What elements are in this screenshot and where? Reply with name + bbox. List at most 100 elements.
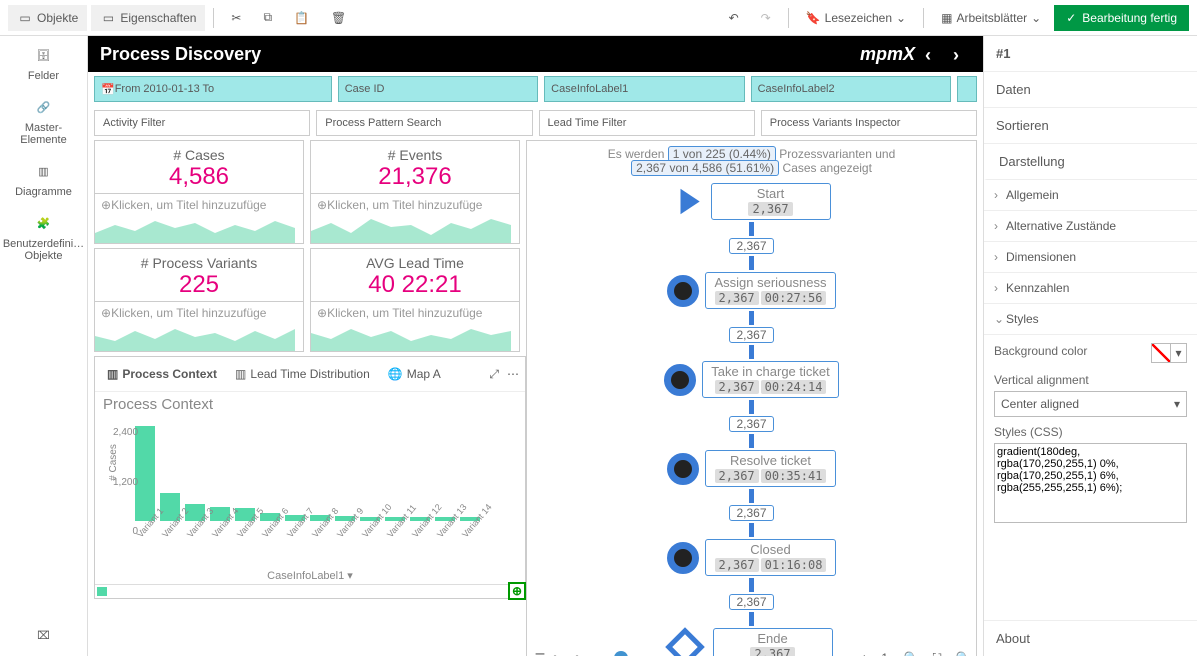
case-id-filter[interactable]: Case ID — [338, 76, 538, 102]
panel-measures[interactable]: Kennzahlen — [984, 273, 1197, 304]
css-textarea[interactable] — [994, 443, 1187, 523]
chart-footer: CaseInfoLabel1 ▾ — [95, 567, 525, 584]
bgcolor-swatch[interactable] — [1151, 343, 1171, 363]
charts-nav[interactable]: ▥Diagramme — [4, 160, 84, 198]
chart-add-button[interactable]: ⊕ — [508, 582, 526, 600]
bgcolor-dropdown[interactable]: ▾ — [1171, 343, 1187, 363]
list-icon: ▭ — [17, 10, 33, 26]
panel-data[interactable]: Daten — [984, 72, 1197, 108]
caseinfo2-filter[interactable]: CaseInfoLabel2 — [751, 76, 951, 102]
node-assign[interactable]: Assign seriousness2,36700:27:56 — [705, 272, 837, 309]
process-toolbar: ☰ ⚬←⚬ − + 1 🔍 ⛶ 🔍 — [531, 649, 972, 656]
properties-button[interactable]: ▭Eigenschaften — [91, 5, 205, 31]
list-icon[interactable]: ☰ — [531, 649, 549, 656]
sheets-icon: ▦ — [941, 11, 952, 25]
bookmarks-button[interactable]: 🔖Lesezeichen ⌄ — [797, 6, 915, 30]
fields-nav[interactable]: 🗄Felder — [4, 44, 84, 82]
fit-icon[interactable]: ⛶ — [928, 649, 946, 656]
kpi-cases[interactable]: # Cases 4,586 — [94, 140, 304, 194]
more-icon[interactable]: ⋯ — [507, 367, 519, 382]
process-context-panel[interactable]: ▥Process Context ▥Lead Time Distribution… — [94, 356, 526, 599]
filter-row: 📅 From 2010-01-13 To Case ID CaseInfoLab… — [88, 72, 983, 106]
tab-process-context[interactable]: ▥Process Context — [101, 363, 223, 385]
properties-panel: #1 Daten Sortieren Darstellung Allgemein… — [983, 36, 1197, 656]
minus-icon[interactable]: − — [583, 649, 601, 656]
panel-about[interactable]: About — [984, 620, 1197, 656]
delete-button[interactable]: 🗑 — [322, 6, 355, 30]
pattern-search[interactable]: Process Pattern Search — [316, 110, 532, 136]
kpi-events[interactable]: # Events 21,376 — [310, 140, 520, 194]
separator — [213, 8, 214, 28]
node-resolve[interactable]: Resolve ticket2,36700:35:41 — [705, 450, 837, 487]
chevron-down-icon: ⌄ — [1031, 11, 1041, 25]
top-toolbar: ▭Objekte ▭Eigenschaften ✂ ⧉ 📋 🗑 ↶ ↷ 🔖Les… — [0, 0, 1197, 36]
bar-chart-icon: ▥ — [33, 160, 55, 182]
activity-node-icon — [664, 364, 696, 396]
plus-icon: ⊕ — [101, 306, 111, 320]
panel-altstates[interactable]: Alternative Zustände — [984, 211, 1197, 242]
valign-label: Vertical alignment — [994, 373, 1187, 387]
undo-button[interactable]: ↶ — [720, 6, 748, 30]
valign-select[interactable]: Center aligned▾ — [994, 391, 1187, 417]
activity-node-icon — [667, 453, 699, 485]
next-sheet-button[interactable]: › — [953, 45, 971, 63]
paste-button[interactable]: 📋 — [285, 6, 318, 30]
cut-button[interactable]: ✂ — [222, 6, 250, 30]
tab-leadtime-dist[interactable]: ▥Lead Time Distribution — [229, 363, 376, 385]
paste-icon: 📋 — [294, 11, 309, 25]
panel-dimensions[interactable]: Dimensionen — [984, 242, 1197, 273]
activity-filter[interactable]: Activity Filter — [94, 110, 310, 136]
cut-icon: ✂ — [231, 11, 241, 25]
prev-sheet-button[interactable]: ‹ — [925, 45, 943, 63]
kpi-leadtime[interactable]: AVG Lead Time 40 22:21 — [310, 248, 520, 302]
node-take-charge[interactable]: Take in charge ticket2,36700:24:14 — [702, 361, 839, 398]
plus-icon: ⊕ — [101, 198, 111, 212]
graph-icon[interactable]: ⚬←⚬ — [557, 649, 575, 656]
kpi-leadtime-trend[interactable]: ⊕Klicken, um Titel hinzuzufüge — [310, 302, 520, 352]
done-editing-button[interactable]: ✓Bearbeitung fertig — [1054, 5, 1189, 31]
leadtime-filter[interactable]: Lead Time Filter — [539, 110, 755, 136]
tab-map[interactable]: 🌐Map A — [382, 363, 447, 385]
bar-chart-icon: ▥ — [107, 367, 118, 381]
copy-button[interactable]: ⧉ — [254, 5, 281, 30]
kpi-variants[interactable]: # Process Variants 225 — [94, 248, 304, 302]
plus-icon[interactable]: + — [855, 649, 873, 656]
zoom-in-icon[interactable]: 🔍 — [902, 649, 920, 656]
kpi-variants-trend[interactable]: ⊕Klicken, um Titel hinzuzufüge — [94, 302, 304, 352]
left-nav: 🗄Felder 🔗Master-Elemente ▥Diagramme 🧩Ben… — [0, 36, 88, 656]
db-icon: 🗄 — [33, 44, 55, 66]
sheet-header: Process Discovery mpmX ‹ › — [88, 36, 983, 72]
kpi-events-trend[interactable]: ⊕Klicken, um Titel hinzuzufüge — [310, 194, 520, 244]
chart-minimap[interactable]: ⊕ — [95, 584, 525, 598]
fullscreen-icon[interactable]: ⤢ — [489, 367, 499, 382]
chevron-down-icon: ⌄ — [896, 11, 906, 25]
bookmark-icon: 🔖 — [806, 11, 821, 25]
start-node[interactable]: Start2,367 — [711, 183, 831, 220]
panel-sort[interactable]: Sortieren — [984, 108, 1197, 144]
activity-node-icon — [667, 542, 699, 574]
master-nav[interactable]: 🔗Master-Elemente — [4, 96, 84, 146]
plus-icon: ⊕ — [317, 198, 327, 212]
context-chart[interactable]: # Cases 2,4001,2000 Variant 1Variant 2Va… — [95, 417, 525, 567]
node-closed[interactable]: Closed2,36701:16:08 — [705, 539, 837, 576]
start-node-icon — [673, 186, 705, 218]
custom-nav[interactable]: 🧩Benutzerdefini… Objekte — [4, 212, 84, 262]
date-filter[interactable]: 📅 From 2010-01-13 To — [94, 76, 332, 102]
filter-more-dropdown[interactable] — [957, 76, 977, 102]
variables-nav[interactable]: ⌧ — [4, 624, 84, 646]
check-icon: ✓ — [1066, 11, 1076, 25]
kpi-cases-trend[interactable]: ⊕Klicken, um Titel hinzuzufüge — [94, 194, 304, 244]
redo-button[interactable]: ↷ — [752, 6, 780, 30]
worksheets-button[interactable]: ▦Arbeitsblätter ⌄ — [932, 6, 1050, 30]
panel-general[interactable]: Allgemein — [984, 180, 1197, 211]
variants-inspector[interactable]: Process Variants Inspector — [761, 110, 977, 136]
plus-icon: ⊕ — [317, 306, 327, 320]
objects-button[interactable]: ▭Objekte — [8, 5, 87, 31]
trash-icon: 🗑 — [331, 11, 346, 25]
panel-appearance[interactable]: Darstellung — [984, 144, 1197, 180]
caseinfo1-filter[interactable]: CaseInfoLabel1 — [544, 76, 744, 102]
process-graph[interactable]: Es werden 1 von 225 (0.44%) Prozessvaria… — [526, 140, 977, 656]
logo: mpmX — [860, 44, 915, 65]
panel-styles[interactable]: Styles — [984, 304, 1197, 335]
zoom-out-icon[interactable]: 🔍 — [954, 649, 972, 656]
